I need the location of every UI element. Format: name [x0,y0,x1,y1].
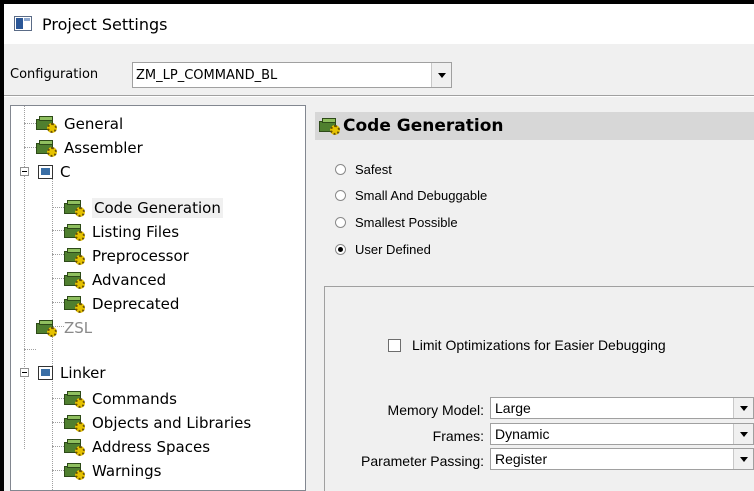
tree-item-warnings[interactable]: Warnings [64,460,162,482]
gear-icon [64,247,86,265]
tree-item-label: Commands [92,390,177,408]
gear-icon [64,199,86,217]
tree-item-label: Assembler [64,139,143,157]
chevron-down-icon[interactable] [733,449,753,469]
frames-label: Frames: [432,428,484,444]
tree-item-c[interactable]: C [38,161,70,183]
tree-item-label: Address Spaces [92,438,211,456]
project-settings-window: Project Settings Configuration ZM_LP_COM… [4,4,754,491]
folder-icon [38,164,54,180]
folder-icon [38,365,54,381]
tree-item-advanced[interactable]: Advanced [64,269,166,291]
radio-label: Small And Debuggable [355,187,488,203]
radio-button[interactable] [335,189,346,201]
radio-safest[interactable]: Safest [335,159,392,179]
tree-item-listing-files[interactable]: Listing Files [64,221,179,243]
tree-item-general[interactable]: General [36,113,123,135]
radio-smallest-possible[interactable]: Smallest Possible [335,212,458,232]
configuration-select[interactable]: ZM_LP_COMMAND_BL [132,62,452,88]
configuration-label: Configuration [10,67,99,82]
gear-icon [36,115,58,133]
memory-model-value: Large [495,400,531,416]
settings-tree[interactable]: General Assembler C Code Generation List… [10,105,306,491]
chevron-down-icon[interactable] [733,424,753,444]
radio-small-and-debuggable[interactable]: Small And Debuggable [335,185,487,205]
limit-optimizations-checkbox[interactable] [388,338,401,352]
tree-item-label: Deprecated [92,295,180,313]
parameter-passing-select[interactable]: Register [490,448,754,470]
tree-item-address-spaces[interactable]: Address Spaces [64,436,210,458]
gear-icon [36,139,58,157]
tree-item-objects-and-libraries[interactable]: Objects and Libraries [64,412,251,434]
chevron-down-icon[interactable] [431,63,451,87]
gear-icon [36,319,58,337]
gear-icon [319,117,341,135]
tree-item-label: Listing Files [92,223,180,241]
tree-item-label: General [64,115,124,133]
radio-label: Smallest Possible [355,214,458,230]
tree-item-label: Code Generation [92,198,223,218]
chevron-down-icon[interactable] [733,398,753,418]
title-bar: Project Settings [4,4,754,44]
collapse-linker-toggle[interactable] [20,368,29,377]
radio-user-defined[interactable]: User Defined [335,239,431,259]
collapse-c-toggle[interactable] [20,167,29,176]
section-header: Code Generation [315,112,754,140]
gear-icon [64,390,86,408]
tree-item-preprocessor[interactable]: Preprocessor [64,245,189,267]
radio-label: User Defined [355,241,431,257]
radio-button[interactable] [335,216,346,228]
window-title: Project Settings [42,15,168,34]
gear-icon [64,271,86,289]
limit-optimizations-label: Limit Optimizations for Easier Debugging [412,337,666,353]
tree-item-label: C [60,163,71,181]
radio-button[interactable] [335,243,346,255]
gear-icon [64,223,86,241]
gear-icon [64,462,86,480]
tree-item-zsl[interactable]: ZSL [36,317,92,339]
tree-item-deprecated[interactable]: Deprecated [64,293,179,315]
parameter-passing-value: Register [495,451,548,467]
tree-item-label: Warnings [92,462,162,480]
tree-item-linker[interactable]: Linker [38,362,106,384]
tree-item-label: Advanced [92,271,167,289]
divider [4,95,754,97]
app-window-icon [14,16,32,31]
configuration-value: ZM_LP_COMMAND_BL [136,68,278,83]
memory-model-select[interactable]: Large [490,397,754,419]
tree-item-label: ZSL [64,319,93,337]
section-title: Code Generation [343,116,504,136]
limit-optimizations-checkbox-row[interactable]: Limit Optimizations for Easier Debugging [388,335,666,355]
tree-item-commands[interactable]: Commands [64,388,177,410]
memory-model-label: Memory Model: [387,402,484,418]
tree-item-label: Objects and Libraries [92,414,252,432]
radio-button[interactable] [335,163,346,175]
radio-label: Safest [355,161,392,177]
tree-item-label: Preprocessor [92,247,189,265]
gear-icon [64,414,86,432]
gear-icon [64,295,86,313]
tree-item-label: Linker [60,364,106,382]
gear-icon [64,438,86,456]
parameter-passing-label: Parameter Passing: [361,453,484,469]
tree-item-code-generation[interactable]: Code Generation [64,197,223,219]
frames-value: Dynamic [495,426,550,442]
frames-select[interactable]: Dynamic [490,423,754,445]
tree-item-assembler[interactable]: Assembler [36,137,143,159]
